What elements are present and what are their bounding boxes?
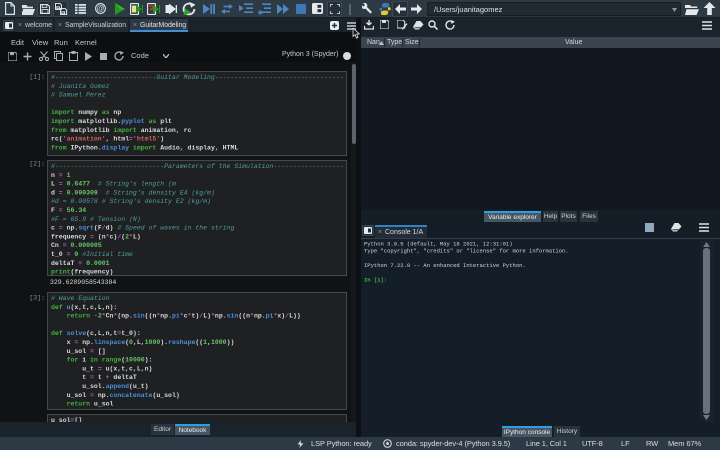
svg-text:@: @	[96, 4, 104, 13]
